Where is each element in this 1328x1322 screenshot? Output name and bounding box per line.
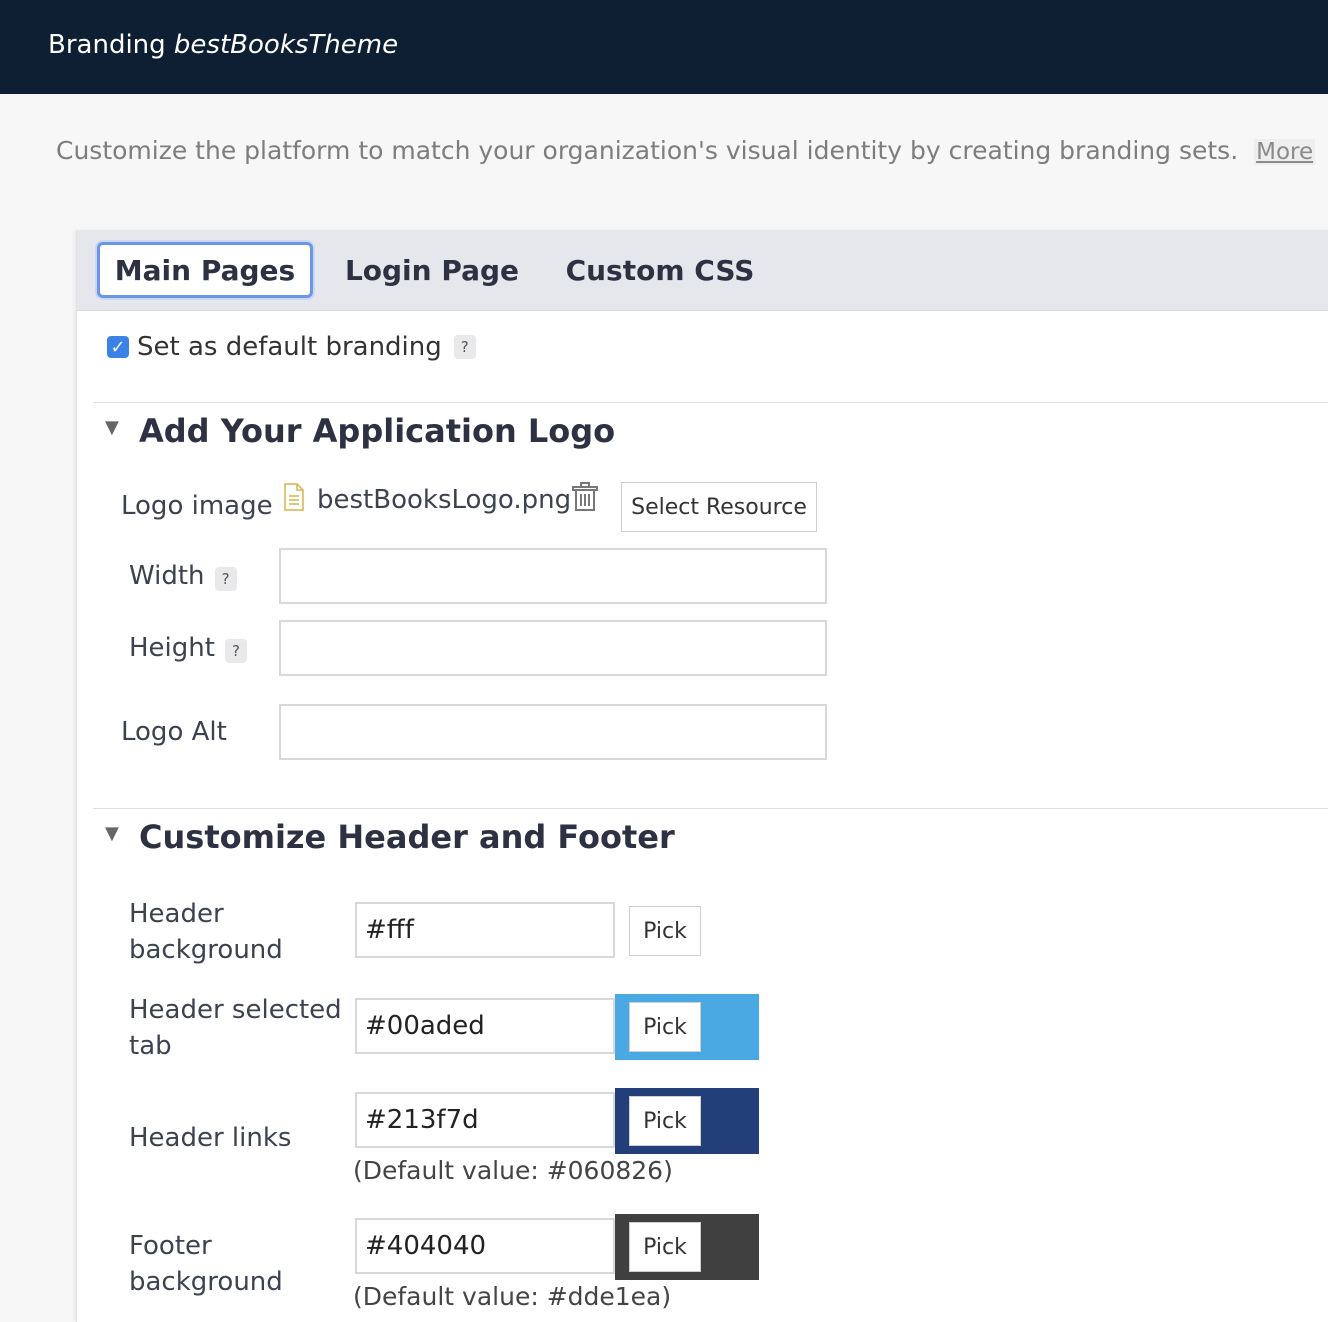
default-branding-row: ✓ Set as default branding ? <box>107 332 476 362</box>
header-selected-tab-pick-button[interactable]: Pick <box>629 1002 701 1052</box>
header-background-pick-button[interactable]: Pick <box>629 906 701 956</box>
header-selected-tab-label: Header selected tab <box>129 992 342 1064</box>
help-icon[interactable]: ? <box>453 335 476 359</box>
tab-main-pages[interactable]: Main Pages <box>97 242 313 298</box>
header-links-label: Header links <box>129 1120 291 1156</box>
label-line: background <box>129 935 283 965</box>
default-branding-label: Set as default branding <box>137 332 442 362</box>
help-icon[interactable]: ? <box>224 639 247 663</box>
page-title: Branding bestBooksTheme <box>48 28 398 62</box>
collapse-triangle-icon[interactable]: ▼ <box>105 823 139 844</box>
branding-card: Main Pages Login Page Custom CSS ✓ Set a… <box>76 230 1328 1322</box>
header-selected-tab-input[interactable] <box>355 998 615 1054</box>
header-links-input[interactable] <box>355 1092 615 1148</box>
help-icon[interactable]: ? <box>214 567 237 591</box>
divider <box>93 402 1328 403</box>
logo-file-name[interactable]: bestBooksLogo.png <box>317 482 571 518</box>
logo-alt-label: Logo Alt <box>121 717 227 747</box>
label-line: Footer <box>129 1231 212 1261</box>
file-icon <box>284 483 304 511</box>
default-branding-checkbox[interactable]: ✓ <box>107 336 129 358</box>
select-resource-button[interactable]: Select Resource <box>621 482 817 532</box>
logo-image-label: Logo image <box>121 491 273 521</box>
intro-text: Customize the platform to match your org… <box>56 136 1239 165</box>
header-background-label: Header background <box>129 896 283 968</box>
collapse-triangle-icon[interactable]: ▼ <box>105 417 139 438</box>
header-footer-section-header[interactable]: ▼ Customize Header and Footer <box>105 818 675 856</box>
header-footer-section-title: Customize Header and Footer <box>139 818 675 856</box>
footer-background-label: Footer background <box>129 1228 283 1300</box>
top-bar: Branding bestBooksTheme <box>0 0 1328 94</box>
intro-text-row: Customize the platform to match your org… <box>56 136 1316 165</box>
tab-login-page[interactable]: Login Page <box>337 242 527 298</box>
tab-custom-css[interactable]: Custom CSS <box>563 242 757 298</box>
header-links-default-note: (Default value: #060826) <box>353 1156 673 1185</box>
width-label: Width <box>129 561 205 591</box>
label-line: Header <box>129 899 224 929</box>
height-input[interactable] <box>279 620 827 676</box>
logo-section-title: Add Your Application Logo <box>139 412 616 450</box>
width-input[interactable] <box>279 548 827 604</box>
footer-background-default-note: (Default value: #dde1ea) <box>353 1282 672 1311</box>
more-link[interactable]: More <box>1254 139 1316 165</box>
logo-section-header[interactable]: ▼ Add Your Application Logo <box>105 412 615 450</box>
logo-alt-input[interactable] <box>279 704 827 760</box>
header-background-input[interactable] <box>355 902 615 958</box>
label-line: background <box>129 1267 283 1297</box>
label-line: Header links <box>129 1123 292 1153</box>
footer-background-input[interactable] <box>355 1218 615 1274</box>
divider <box>93 808 1328 809</box>
theme-name: bestBooksTheme <box>173 30 399 60</box>
trash-icon[interactable] <box>571 482 599 512</box>
page-title-prefix: Branding <box>48 30 166 60</box>
footer-background-pick-button[interactable]: Pick <box>629 1222 701 1272</box>
header-links-pick-button[interactable]: Pick <box>629 1096 701 1146</box>
label-line: tab <box>129 1031 172 1061</box>
height-label-row: Height? <box>129 630 247 666</box>
width-label-row: Width? <box>129 558 237 594</box>
label-line: Header selected <box>129 995 342 1025</box>
height-label: Height <box>129 633 215 663</box>
tab-bar: Main Pages Login Page Custom CSS <box>77 230 1328 311</box>
